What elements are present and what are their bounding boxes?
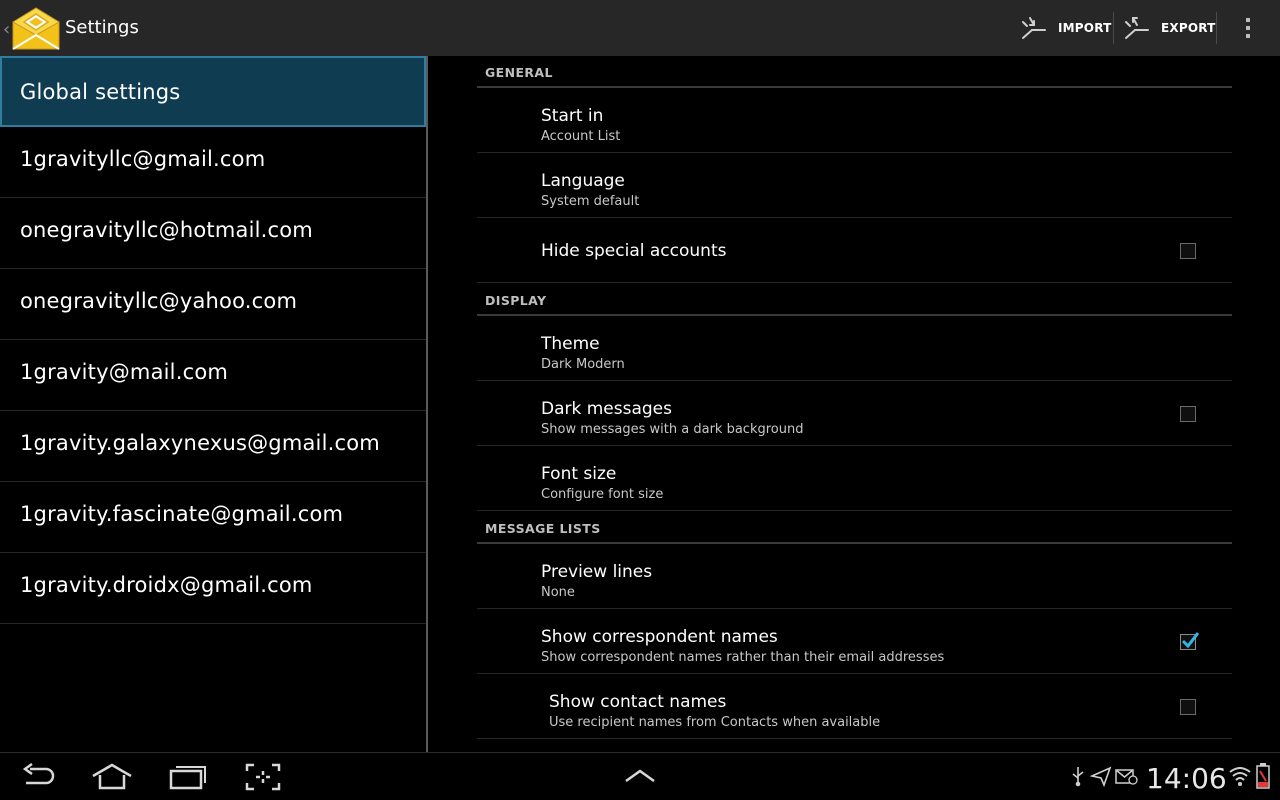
sidebar-item-label: onegravityllc@hotmail.com xyxy=(20,218,313,242)
page-title: Settings xyxy=(65,17,139,38)
sidebar-item-label: 1gravityllc@gmail.com xyxy=(20,147,266,171)
overflow-menu-icon[interactable] xyxy=(1236,14,1260,42)
sidebar-item-label: Global settings xyxy=(20,80,181,104)
usb-icon xyxy=(1072,767,1084,787)
action-separator xyxy=(1216,12,1217,44)
section-title: GENERAL xyxy=(485,65,553,80)
home-icon[interactable] xyxy=(91,763,133,791)
sidebar-item-account[interactable]: 1gravity.galaxynexus@gmail.com xyxy=(0,411,426,482)
action-bar: ‹ Settings IMPORT EXPORT xyxy=(0,0,1280,56)
section-header-message-lists: MESSAGE LISTS xyxy=(477,512,1232,544)
section-header-general: GENERAL xyxy=(477,56,1232,88)
pref-font-size[interactable]: Font size Configure font size xyxy=(477,446,1232,511)
hide-special-checkbox[interactable] xyxy=(1180,243,1196,259)
import-label: IMPORT xyxy=(1058,21,1112,35)
import-icon xyxy=(1022,17,1046,39)
email-notification-icon xyxy=(1115,769,1138,785)
pref-title: Theme xyxy=(541,334,600,354)
pref-summary: System default xyxy=(541,194,640,209)
sidebar-item-account[interactable]: 1gravity.fascinate@gmail.com xyxy=(0,482,426,553)
dark-messages-checkbox[interactable] xyxy=(1180,406,1196,422)
sidebar-item-label: onegravityllc@yahoo.com xyxy=(20,289,298,313)
pref-summary: Configure font size xyxy=(541,487,664,502)
pref-summary: Dark Modern xyxy=(541,357,625,372)
pref-language[interactable]: Language System default xyxy=(477,153,1232,218)
pref-hide-special-accounts[interactable]: Hide special accounts xyxy=(477,218,1232,283)
checkmark-icon xyxy=(1181,632,1200,649)
clock: 14:06 xyxy=(1146,762,1227,795)
wifi-icon xyxy=(1229,767,1251,786)
pref-dark-messages[interactable]: Dark messages Show messages with a dark … xyxy=(477,381,1232,446)
recent-apps-icon[interactable] xyxy=(168,763,208,791)
correspondent-names-checkbox[interactable] xyxy=(1180,632,1200,650)
sidebar-item-account[interactable]: onegravityllc@hotmail.com xyxy=(0,198,426,269)
pref-summary: None xyxy=(541,585,575,600)
export-button[interactable]: EXPORT xyxy=(1123,0,1216,56)
pref-title: Start in xyxy=(541,106,604,126)
pref-summary: Show messages with a dark background xyxy=(541,422,804,437)
pref-preview-lines[interactable]: Preview lines None xyxy=(477,544,1232,609)
export-label: EXPORT xyxy=(1161,21,1216,35)
pref-title: Show correspondent names xyxy=(541,627,778,647)
pref-start-in[interactable]: Start in Account List xyxy=(477,88,1232,153)
sidebar-item-account[interactable]: 1gravity.droidx@gmail.com xyxy=(0,553,426,624)
envelope-logo-icon[interactable] xyxy=(12,5,60,51)
back-icon[interactable] xyxy=(20,763,58,791)
settings-pane[interactable]: GENERAL Start in Account List Language S… xyxy=(428,56,1280,752)
account-list: Global settings 1gravityllc@gmail.com on… xyxy=(0,56,426,752)
sidebar-item-account[interactable]: 1gravityllc@gmail.com xyxy=(0,127,426,198)
section-header-display: DISPLAY xyxy=(477,284,1232,316)
up-caret-icon[interactable]: ‹ xyxy=(3,19,10,40)
battery-charging-icon xyxy=(1256,763,1270,789)
pref-title: Show contact names xyxy=(549,692,727,712)
sidebar-item-label: 1gravity.droidx@gmail.com xyxy=(20,573,313,597)
pref-show-contact-names[interactable]: Show contact names Use recipient names f… xyxy=(477,674,1232,739)
pref-title: Language xyxy=(541,171,625,191)
sidebar-item-account[interactable]: 1gravity@mail.com xyxy=(0,340,426,411)
screenshot-icon[interactable] xyxy=(245,763,281,791)
pref-summary: Use recipient names from Contacts when a… xyxy=(549,715,881,730)
system-bar: 14:06 xyxy=(0,752,1280,800)
sidebar-item-label: 1gravity@mail.com xyxy=(20,360,229,384)
section-title: MESSAGE LISTS xyxy=(485,521,601,536)
export-icon xyxy=(1125,17,1149,39)
sidebar-item-global-settings[interactable]: Global settings xyxy=(0,56,426,127)
pref-summary: Show correspondent names rather than the… xyxy=(541,650,945,665)
action-separator xyxy=(1113,12,1114,44)
send-icon xyxy=(1090,766,1112,787)
import-button[interactable]: IMPORT xyxy=(1020,0,1112,56)
pref-title: Hide special accounts xyxy=(541,241,727,261)
contact-names-checkbox[interactable] xyxy=(1180,699,1196,715)
sidebar-item-label: 1gravity.galaxynexus@gmail.com xyxy=(20,431,380,455)
pref-theme[interactable]: Theme Dark Modern xyxy=(477,316,1232,381)
chevron-up-icon[interactable] xyxy=(624,767,656,785)
sidebar-item-account[interactable]: onegravityllc@yahoo.com xyxy=(0,269,426,340)
pref-show-correspondent-names[interactable]: Show correspondent names Show correspond… xyxy=(477,609,1232,674)
pref-title: Preview lines xyxy=(541,562,653,582)
pref-title: Font size xyxy=(541,464,617,484)
pref-summary: Account List xyxy=(541,129,621,144)
section-title: DISPLAY xyxy=(485,293,547,308)
pref-title: Dark messages xyxy=(541,399,673,419)
sidebar-item-label: 1gravity.fascinate@gmail.com xyxy=(20,502,344,526)
